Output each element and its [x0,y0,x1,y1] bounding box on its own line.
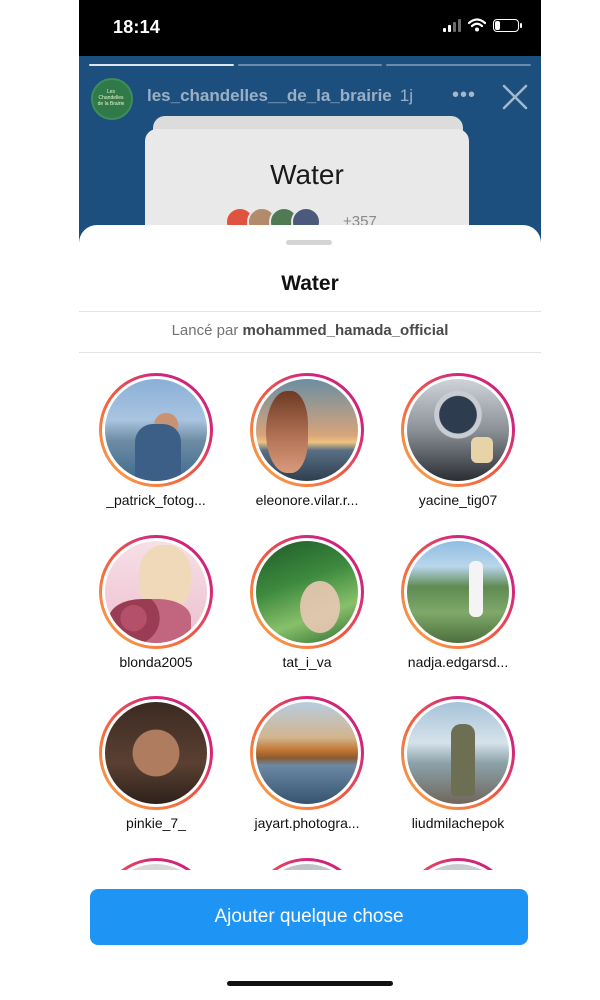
launched-by: Lancé par mohammed_hamada_official [79,322,541,339]
launched-by-prefix: Lancé par [171,322,239,339]
participant-username: blonda2005 [119,654,193,670]
story-ring [401,373,515,487]
participant-username: nadja.edgarsd... [407,654,509,670]
participant-username: yacine_tig07 [418,492,498,508]
story-avatar-text: Les Chandelles de la Brairie [97,89,125,107]
home-indicator[interactable] [227,981,393,986]
battery-icon [493,18,522,32]
close-icon[interactable] [500,82,530,112]
participant-username: pinkie_7_ [126,815,186,831]
participant-avatar [407,702,509,804]
participant-username: _patrick_fotog... [106,492,206,508]
participant-avatar [407,541,509,643]
story-ring [250,373,364,487]
participant-avatar [407,379,509,481]
cellular-signal-icon [443,18,461,32]
story-ring [250,858,364,870]
sheet-footer: Ajouter quelque chose [79,870,541,1000]
participant-avatar [256,379,358,481]
participant-username: liudmilachepok [411,815,505,831]
phone-screen: 18:14 Les Chandelles de la Brairie les_c… [79,0,541,1000]
sheet-title: Water [281,272,339,295]
story-ring [99,535,213,649]
story-ring [401,696,515,810]
launched-by-username[interactable]: mohammed_hamada_official [242,322,448,339]
story-ring [401,535,515,649]
sheet-drag-handle[interactable] [286,240,332,245]
add-something-button[interactable]: Ajouter quelque chose [90,889,528,945]
story-avatar[interactable]: Les Chandelles de la Brairie [91,78,133,120]
status-icons [443,18,522,32]
add-yours-sheet: Water Lancé par mohammed_hamada_official… [79,225,541,1000]
participant-username: eleonore.vilar.r... [255,492,359,508]
story-username-text: les_chandelles__de_la_brairie [147,86,392,105]
story-ring [250,535,364,649]
more-options-icon[interactable]: ••• [452,84,476,107]
wifi-icon [468,18,486,32]
participant-avatar [105,379,207,481]
story-ring [250,696,364,810]
participant-avatar [256,702,358,804]
status-time: 18:14 [113,17,161,37]
participant-avatar [105,702,207,804]
story-username[interactable]: les_chandelles__de_la_brairie 1j [147,86,413,106]
participant-username: jayart.photogra... [254,815,360,831]
participant-avatar [105,541,207,643]
participants-grid: _patrick_fotog... eleonore.vilar.r... ya… [79,353,541,870]
story-age: 1j [399,86,413,105]
divider [79,311,541,312]
story-ring [401,858,515,870]
story-ring [99,373,213,487]
story-ring [99,858,213,870]
status-bar: 18:14 [79,0,541,56]
participant-avatar [256,541,358,643]
story-progress [89,64,532,66]
participant-username: tat_i_va [282,654,332,670]
sticker-title: Water [270,159,344,190]
story-ring [99,696,213,810]
